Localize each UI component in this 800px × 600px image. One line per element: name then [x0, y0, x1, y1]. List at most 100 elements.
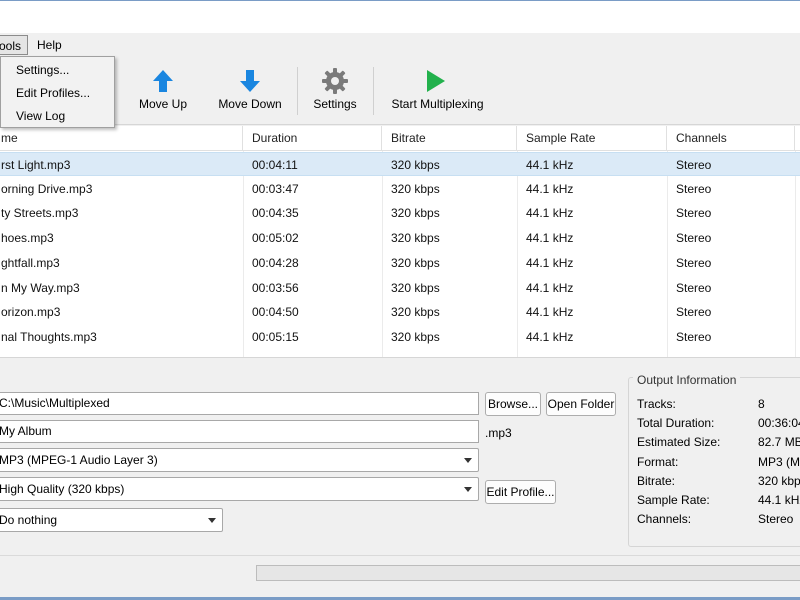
info-label: Bitrate: [637, 473, 676, 488]
info-value: 8 [758, 397, 765, 411]
table-row[interactable]: orizon.mp3 00:04:50 320 kbps 44.1 kHz Stereo [0, 300, 800, 324]
table-row[interactable]: hoes.mp3 00:05:02 320 kbps 44.1 kHz Stereo [0, 226, 800, 250]
toolbar-separator [373, 67, 374, 115]
column-header-name[interactable]: me [0, 126, 243, 151]
chevron-down-icon [208, 518, 216, 523]
start-multiplexing-label: Start Multiplexing [391, 97, 484, 111]
track-list-header: me Duration Bitrate Sample Rate Channels [0, 126, 800, 151]
move-up-label: Move Up [138, 97, 188, 111]
info-value: MP3 (MP [758, 454, 800, 469]
cell-channels: Stereo [676, 181, 712, 196]
menu-tools[interactable]: ools [0, 35, 29, 55]
table-row[interactable]: ty Streets.mp3 00:04:35 320 kbps 44.1 kHz St… [0, 201, 800, 225]
format-select-value: MP3 (MPEG-1 Audio Layer 3) [0, 453, 158, 467]
info-value: Stereo [758, 512, 794, 527]
chevron-down-icon [464, 458, 472, 463]
cell-duration: 00:04:11 [252, 158, 298, 172]
profile-select[interactable]: High Quality (320 kbps) [0, 477, 479, 501]
after-completion-value: Do nothing [0, 513, 58, 527]
info-label: Total Duration: [637, 416, 715, 431]
cell-bitrate: 320 kbps [391, 305, 440, 320]
cell-sample-rate: 44.1 kHz [526, 280, 574, 295]
menu-help[interactable]: Help [31, 35, 68, 55]
cell-bitrate: 320 kbps [391, 206, 440, 221]
cell-name: orizon.mp3 [1, 305, 61, 320]
cell-sample-rate: 44.1 kHz [526, 206, 574, 221]
info-value: 82.7 MB [758, 435, 800, 450]
cell-name: ghtfall.mp3 [1, 255, 60, 270]
column-header-duration[interactable]: Duration [243, 126, 382, 151]
info-label: Format: [637, 454, 679, 469]
table-row[interactable]: rst Light.mp3 00:04:11 320 kbps 44.1 kHz Ste… [0, 152, 800, 176]
settings-label: Settings [313, 97, 357, 111]
cell-sample-rate: 44.1 kHz [526, 305, 574, 320]
track-list[interactable]: me Duration Bitrate Sample Rate Channels… [0, 126, 800, 358]
menu-item-view-log[interactable]: View Log [16, 108, 65, 124]
cell-sample-rate: 44.1 kHz [526, 329, 574, 344]
cell-channels: Stereo [676, 206, 712, 221]
move-up-button[interactable]: Move Up [128, 57, 198, 125]
info-label: Sample Rate: [637, 493, 710, 507]
filename-field[interactable]: My Album [0, 420, 479, 443]
cell-duration: 00:04:50 [252, 305, 299, 320]
info-label: Estimated Size: [637, 435, 721, 450]
output-information-title: Output Information [633, 373, 741, 387]
cell-name: rst Light.mp3 [1, 158, 71, 172]
menu-item-settings[interactable]: Settings... [16, 62, 69, 78]
cell-bitrate: 320 kbps [391, 255, 440, 270]
menu-item-edit-profiles[interactable]: Edit Profiles... [16, 85, 90, 101]
arrow-down-icon [240, 70, 260, 92]
cell-name: n My Way.mp3 [1, 280, 80, 295]
cell-channels: Stereo [676, 305, 712, 320]
cell-sample-rate: 44.1 kHz [526, 231, 574, 246]
column-header-channels[interactable]: Channels [667, 126, 795, 151]
file-extension-label: .mp3 [485, 426, 512, 440]
progress-bar [256, 565, 800, 581]
menu-bar: ools Help [0, 33, 800, 57]
info-label: Tracks: [637, 397, 676, 411]
format-select[interactable]: MP3 (MPEG-1 Audio Layer 3) [0, 448, 479, 472]
start-multiplexing-button[interactable]: Start Multiplexing [385, 57, 490, 125]
edit-profile-button[interactable]: Edit Profile... [485, 480, 556, 504]
cell-duration: 00:05:15 [252, 329, 299, 344]
cell-bitrate: 320 kbps [391, 329, 440, 344]
cell-bitrate: 320 kbps [391, 181, 440, 196]
table-row[interactable]: orning Drive.mp3 00:03:47 320 kbps 44.1 kHz… [0, 177, 800, 201]
cell-duration: 00:03:56 [252, 280, 299, 295]
cell-channels: Stereo [676, 329, 712, 344]
after-completion-select[interactable]: Do nothing [0, 508, 223, 532]
cell-duration: 00:04:35 [252, 206, 299, 221]
output-folder-field[interactable]: C:\Music\Multiplexed [0, 392, 479, 415]
cell-sample-rate: 44.1 kHz [526, 158, 574, 172]
table-row[interactable]: nal Thoughts.mp3 00:05:15 320 kbps 44.1 kHz… [0, 325, 800, 349]
cell-channels: Stereo [676, 255, 712, 270]
cell-name: ty Streets.mp3 [1, 206, 79, 221]
info-label: Channels: [637, 512, 692, 527]
toolbar: Move Up Move Down Settings Start Multipl… [0, 57, 800, 125]
column-header-bitrate[interactable]: Bitrate [382, 126, 517, 151]
profile-select-value: High Quality (320 kbps) [0, 482, 125, 496]
tools-menu-dropdown: Settings... Edit Profiles... View Log [0, 56, 115, 128]
play-icon [427, 70, 445, 92]
move-down-button[interactable]: Move Down [215, 57, 285, 125]
table-row[interactable]: ghtfall.mp3 00:04:28 320 kbps 44.1 kHz Stere… [0, 251, 800, 275]
cell-bitrate: 320 kbps [391, 280, 440, 295]
cell-duration: 00:04:28 [252, 255, 299, 270]
column-header-sample-rate[interactable]: Sample Rate [517, 126, 667, 151]
move-down-label: Move Down [218, 97, 282, 111]
table-row[interactable]: n My Way.mp3 00:03:56 320 kbps 44.1 kHz Ster… [0, 276, 800, 300]
cell-bitrate: 320 kbps [391, 158, 440, 172]
cell-duration: 00:05:02 [252, 231, 299, 246]
info-value: 320 kbps [758, 473, 800, 488]
gear-icon [322, 68, 348, 94]
cell-duration: 00:03:47 [252, 181, 299, 196]
info-value: 44.1 kHz [758, 493, 800, 507]
cell-name: nal Thoughts.mp3 [1, 329, 97, 344]
cell-sample-rate: 44.1 kHz [526, 181, 574, 196]
cell-name: orning Drive.mp3 [1, 181, 93, 196]
settings-button[interactable]: Settings [305, 57, 365, 125]
browse-button[interactable]: Browse... [485, 392, 541, 416]
title-bar [0, 0, 800, 33]
open-folder-button[interactable]: Open Folder [546, 392, 616, 416]
info-value: 00:36:04 [758, 416, 800, 431]
